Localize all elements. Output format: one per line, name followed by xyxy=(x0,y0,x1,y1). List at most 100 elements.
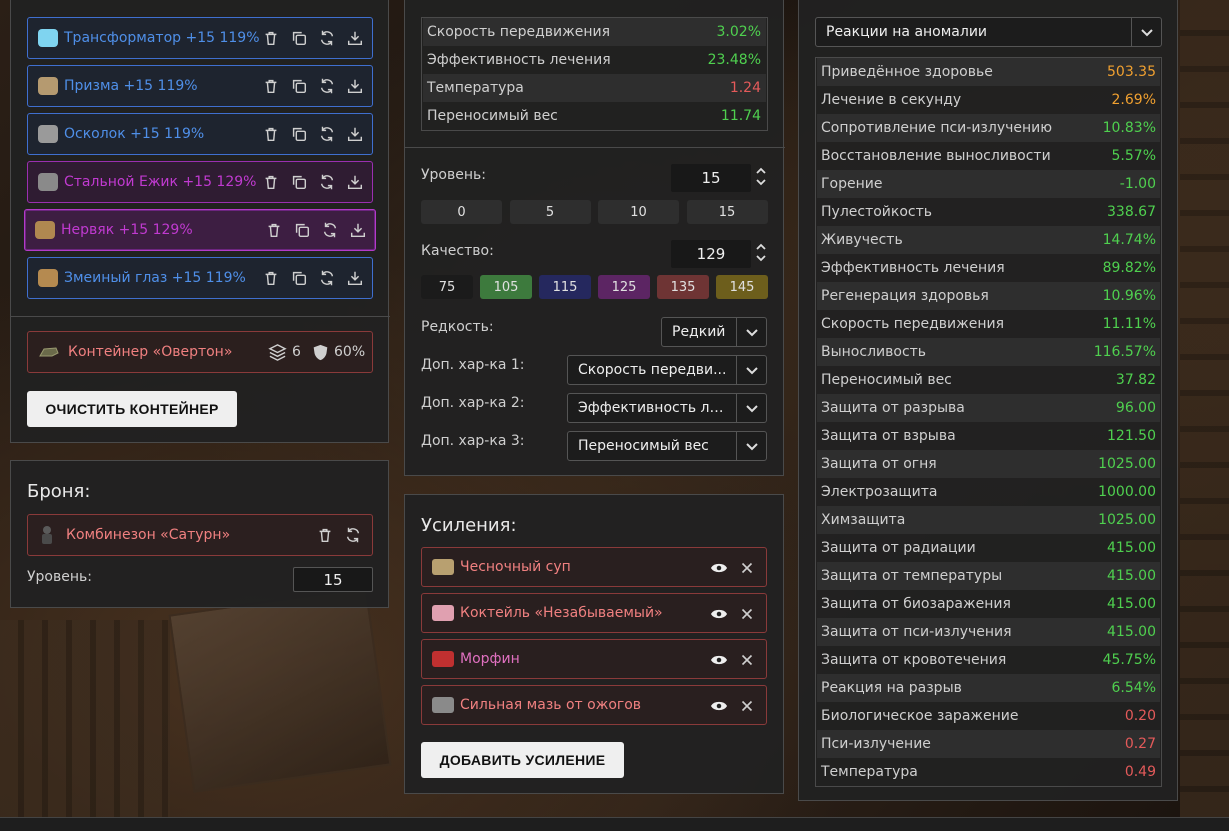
chevron-down-icon[interactable] xyxy=(756,254,766,262)
eye-icon[interactable] xyxy=(710,697,728,715)
stat-value: 10.83% xyxy=(1102,120,1156,136)
download-icon[interactable] xyxy=(346,77,364,95)
swap-icon[interactable] xyxy=(318,77,336,95)
stat-name: Защита от кровотечения xyxy=(821,652,1007,668)
quality-preset-button[interactable]: 115 xyxy=(539,275,591,299)
quality-preset-button[interactable]: 135 xyxy=(657,275,709,299)
chevron-down-icon[interactable] xyxy=(756,178,766,186)
trash-icon[interactable] xyxy=(265,221,283,239)
artifact-slot[interactable]: Змеиный глаз +15 119% xyxy=(27,257,373,299)
artifact-slot[interactable]: Стальной Ежик +15 129% xyxy=(27,161,373,203)
armor-level-input[interactable]: 15 xyxy=(293,567,373,592)
artifact-slot[interactable]: Трансформатор +15 119% xyxy=(27,17,373,59)
copy-icon[interactable] xyxy=(290,173,308,191)
download-icon[interactable] xyxy=(346,173,364,191)
copy-icon[interactable] xyxy=(290,125,308,143)
armor-panel: Броня: Комбинезон «Сатурн» Уровень: 15 xyxy=(10,460,389,608)
close-icon[interactable] xyxy=(738,697,756,715)
swap-icon[interactable] xyxy=(321,221,339,239)
extra3-label: Доп. хар-ка 3: xyxy=(421,433,525,449)
quality-preset-button[interactable]: 75 xyxy=(421,275,473,299)
trash-icon[interactable] xyxy=(262,173,280,191)
summary-stat-row: Пси-излучение 0.27 xyxy=(817,730,1160,758)
artifact-slot[interactable]: Осколок +15 119% xyxy=(27,113,373,155)
download-icon[interactable] xyxy=(346,29,364,47)
swap-icon[interactable] xyxy=(344,526,362,544)
stat-name: Эффективность лечения xyxy=(427,52,611,68)
download-icon[interactable] xyxy=(346,269,364,287)
extra2-select[interactable]: Эффективность ле... xyxy=(567,393,767,423)
summary-panel: Реакции на аномалии Приведённое здоровье… xyxy=(798,0,1178,801)
boost-name: Морфин xyxy=(460,651,520,667)
boost-slot[interactable]: Сильная мазь от ожогов xyxy=(421,685,767,725)
quality-preset-button[interactable]: 125 xyxy=(598,275,650,299)
swap-icon[interactable] xyxy=(318,29,336,47)
boost-icon xyxy=(432,559,454,575)
level-spinner[interactable] xyxy=(755,167,767,186)
eye-icon[interactable] xyxy=(710,605,728,623)
summary-stat-row: Защита от биозаражения 415.00 xyxy=(817,590,1160,618)
chevron-down-icon xyxy=(736,318,766,346)
trash-icon[interactable] xyxy=(262,29,280,47)
level-preset-button[interactable]: 0 xyxy=(421,200,502,224)
level-input[interactable]: 15 xyxy=(671,164,751,192)
clear-container-button[interactable]: ОЧИСТИТЬ КОНТЕЙНЕР xyxy=(27,391,237,427)
copy-icon[interactable] xyxy=(293,221,311,239)
quality-spinner[interactable] xyxy=(755,243,767,262)
boost-slot[interactable]: Коктейль «Незабываемый» xyxy=(421,593,767,633)
artifact-name: Призма +15 119% xyxy=(64,78,198,94)
level-preset-button[interactable]: 15 xyxy=(686,200,768,224)
summary-stat-row: Защита от пси-излучения 415.00 xyxy=(817,618,1160,646)
level-preset-button[interactable]: 10 xyxy=(598,200,679,224)
boost-slot[interactable]: Чесночный суп xyxy=(421,547,767,587)
eye-icon[interactable] xyxy=(710,559,728,577)
add-boost-button[interactable]: ДОБАВИТЬ УСИЛЕНИЕ xyxy=(421,742,624,778)
eye-icon[interactable] xyxy=(710,651,728,669)
close-icon[interactable] xyxy=(738,605,756,623)
artifact-icon xyxy=(38,29,58,47)
stat-value: 2.69% xyxy=(1111,92,1156,108)
close-icon[interactable] xyxy=(738,651,756,669)
extra3-select[interactable]: Переносимый вес xyxy=(567,431,767,461)
summary-stat-row: Защита от температуры 415.00 xyxy=(817,562,1160,590)
artifact-slot[interactable]: Нервяк +15 129% xyxy=(24,209,376,251)
stat-name: Переносимый вес xyxy=(821,372,952,388)
download-icon[interactable] xyxy=(349,221,367,239)
panel-divider xyxy=(405,147,785,148)
chevron-up-icon[interactable] xyxy=(756,167,766,175)
trash-icon[interactable] xyxy=(262,125,280,143)
swap-icon[interactable] xyxy=(318,125,336,143)
chevron-up-icon[interactable] xyxy=(756,243,766,251)
copy-icon[interactable] xyxy=(290,269,308,287)
summary-stat-row: Химзащита 1025.00 xyxy=(817,506,1160,534)
quality-input[interactable]: 129 xyxy=(671,240,751,268)
download-icon[interactable] xyxy=(346,125,364,143)
artifact-slot[interactable]: Призма +15 119% xyxy=(27,65,373,107)
copy-icon[interactable] xyxy=(290,77,308,95)
rarity-select[interactable]: Редкий xyxy=(661,317,767,347)
container-slot[interactable]: Контейнер «Овертон» 6 60% xyxy=(27,331,373,373)
copy-icon[interactable] xyxy=(290,29,308,47)
stat-name: Защита от пси-излучения xyxy=(821,624,1012,640)
artifact-icon xyxy=(38,173,58,191)
summary-stat-row: Биологическое заражение 0.20 xyxy=(817,702,1160,730)
chevron-down-icon xyxy=(736,394,766,422)
trash-icon[interactable] xyxy=(316,526,334,544)
close-icon[interactable] xyxy=(738,559,756,577)
summary-stat-row: Эффективность лечения 89.82% xyxy=(817,254,1160,282)
trash-icon[interactable] xyxy=(262,269,280,287)
level-preset-button[interactable]: 5 xyxy=(509,200,591,224)
quality-preset-button[interactable]: 105 xyxy=(480,275,532,299)
trash-icon[interactable] xyxy=(262,77,280,95)
armor-slot[interactable]: Комбинезон «Сатурн» xyxy=(27,514,373,556)
quality-preset-button[interactable]: 145 xyxy=(716,275,768,299)
stat-name: Выносливость xyxy=(821,344,927,360)
boost-slot[interactable]: Морфин xyxy=(421,639,767,679)
extra1-select[interactable]: Скорость передви... xyxy=(567,355,767,385)
swap-icon[interactable] xyxy=(318,173,336,191)
stats-filter-select[interactable]: Реакции на аномалии xyxy=(815,17,1162,47)
stat-value: 96.00 xyxy=(1115,400,1156,416)
stat-value: 415.00 xyxy=(1107,624,1156,640)
swap-icon[interactable] xyxy=(318,269,336,287)
stat-value: 0.27 xyxy=(1124,736,1156,752)
